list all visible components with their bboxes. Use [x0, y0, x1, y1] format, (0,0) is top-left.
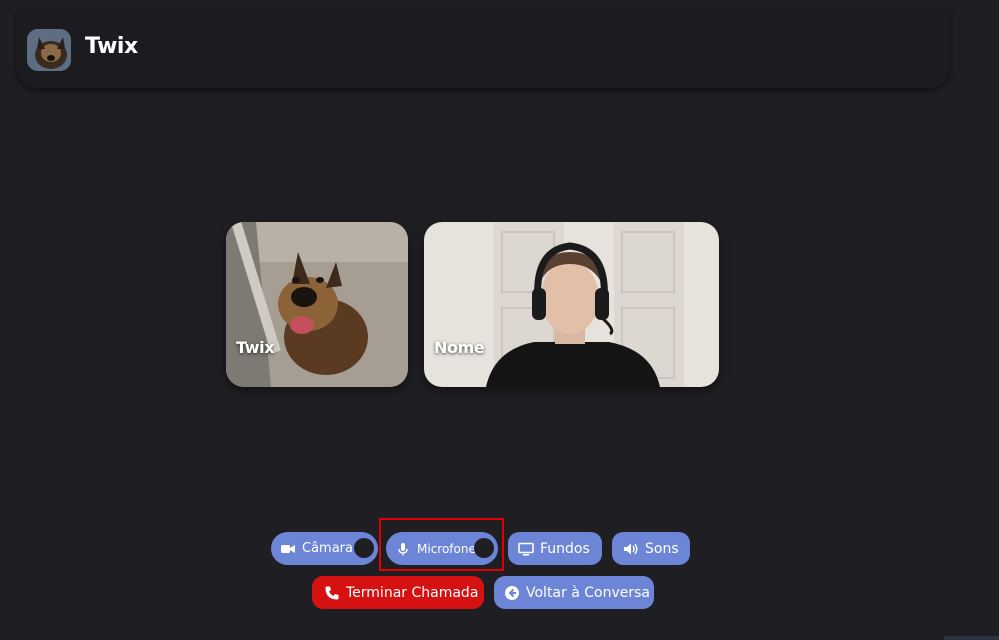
arrow-left-circle-icon: [504, 585, 520, 601]
back-to-chat-button[interactable]: Voltar à Conversa: [494, 576, 654, 609]
sounds-button[interactable]: Sons: [612, 532, 690, 565]
back-to-chat-label: Voltar à Conversa: [526, 584, 650, 601]
end-call-button[interactable]: Terminar Chamada: [312, 576, 484, 609]
camera-toggle-knob[interactable]: [354, 538, 374, 558]
participant-tile-nome[interactable]: Nome: [424, 222, 719, 387]
participant-name: Twix: [236, 338, 275, 357]
sounds-label: Sons: [645, 540, 679, 557]
phone-icon: [324, 585, 340, 601]
microphone-highlight-box: [379, 518, 504, 571]
participant-tile-twix[interactable]: Twix: [226, 222, 408, 387]
backgrounds-button[interactable]: Fundos: [508, 532, 602, 565]
camera-toggle-button[interactable]: Câmara: [271, 532, 378, 565]
dog-avatar-icon: [27, 29, 71, 71]
video-camera-icon: [280, 541, 296, 557]
person-with-headset-photo: [424, 222, 719, 387]
corner-strip: [944, 636, 999, 640]
camera-label: Câmara: [302, 541, 353, 556]
participant-name: Nome: [434, 338, 485, 357]
monitor-icon: [518, 541, 534, 557]
contact-name: Twix: [85, 34, 138, 59]
end-call-label: Terminar Chamada: [346, 584, 479, 601]
chat-header: Twix: [16, 10, 950, 88]
backgrounds-label: Fundos: [540, 540, 590, 557]
dog-photo: [226, 222, 408, 387]
contact-avatar[interactable]: [27, 29, 71, 71]
speaker-icon: [623, 541, 639, 557]
